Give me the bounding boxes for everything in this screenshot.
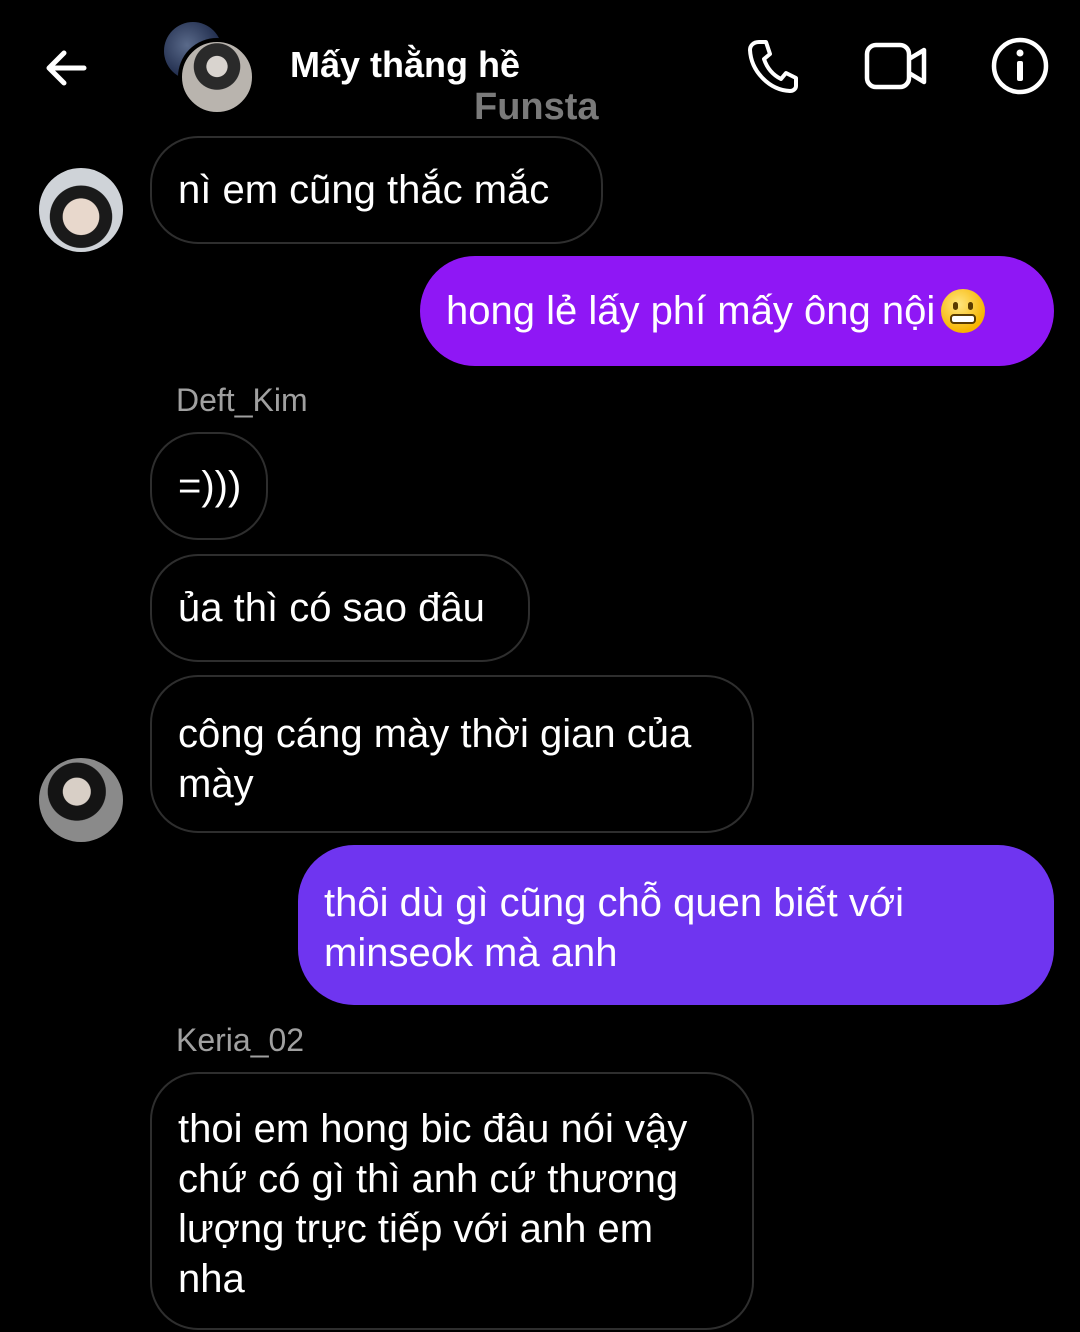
info-button[interactable] xyxy=(988,34,1052,98)
message-text-line: chứ có gì thì anh cứ thương xyxy=(178,1157,679,1201)
chat-header: Mấy thằng hề Funsta xyxy=(0,0,1080,135)
message-text-line: mày xyxy=(178,762,254,806)
phone-icon xyxy=(748,40,798,93)
message-text-line: minseok mà anh xyxy=(324,931,618,975)
message-text-line: thôi dù gì cũng chỗ quen biết với xyxy=(324,881,904,925)
arrow-left-icon xyxy=(46,50,87,86)
chat-title[interactable]: Mấy thằng hề xyxy=(290,44,520,86)
sender-avatar[interactable] xyxy=(39,168,123,252)
back-button[interactable] xyxy=(36,38,96,98)
group-avatar[interactable] xyxy=(164,22,256,116)
message-bubble-incoming[interactable]: công cáng mày thời gian của mày xyxy=(150,675,754,833)
message-text: hong lẻ lấy phí mấy ông nội xyxy=(446,289,936,333)
sender-name: Deft_Kim xyxy=(176,382,308,418)
message-text-line: nha xyxy=(178,1257,245,1301)
video-call-button[interactable] xyxy=(864,34,928,98)
message-text-line: công cáng mày thời gian của xyxy=(178,712,692,756)
message-bubble-outgoing[interactable]: hong lẻ lấy phí mấy ông nội xyxy=(420,256,1054,366)
sender-name: Keria_02 xyxy=(176,1022,305,1058)
message-bubble-outgoing[interactable]: thôi dù gì cũng chỗ quen biết với minseo… xyxy=(298,845,1054,1005)
message-text: =))) xyxy=(178,464,242,508)
message-text: ủa thì có sao đâu xyxy=(178,586,485,630)
message-text: nì em cũng thắc mắc xyxy=(178,168,550,212)
message-text-line: lượng trực tiếp với anh em xyxy=(178,1207,654,1251)
grimacing-face-emoji-icon xyxy=(941,289,986,333)
info-icon xyxy=(991,37,1049,95)
message-bubble-incoming[interactable]: nì em cũng thắc mắc xyxy=(150,136,603,244)
sender-avatar[interactable] xyxy=(39,758,123,842)
message-bubble-incoming[interactable]: ủa thì có sao đâu xyxy=(150,554,530,662)
message-bubble-incoming[interactable]: thoi em hong bic đâu nói vậy chứ có gì t… xyxy=(150,1072,754,1330)
avatar-front xyxy=(178,38,256,116)
message-bubble-incoming[interactable]: =))) xyxy=(150,432,268,540)
video-camera-icon xyxy=(864,42,927,90)
watermark-text: Funsta xyxy=(474,86,599,128)
message-text-line: thoi em hong bic đâu nói vậy xyxy=(178,1107,688,1151)
call-button[interactable] xyxy=(740,34,804,98)
